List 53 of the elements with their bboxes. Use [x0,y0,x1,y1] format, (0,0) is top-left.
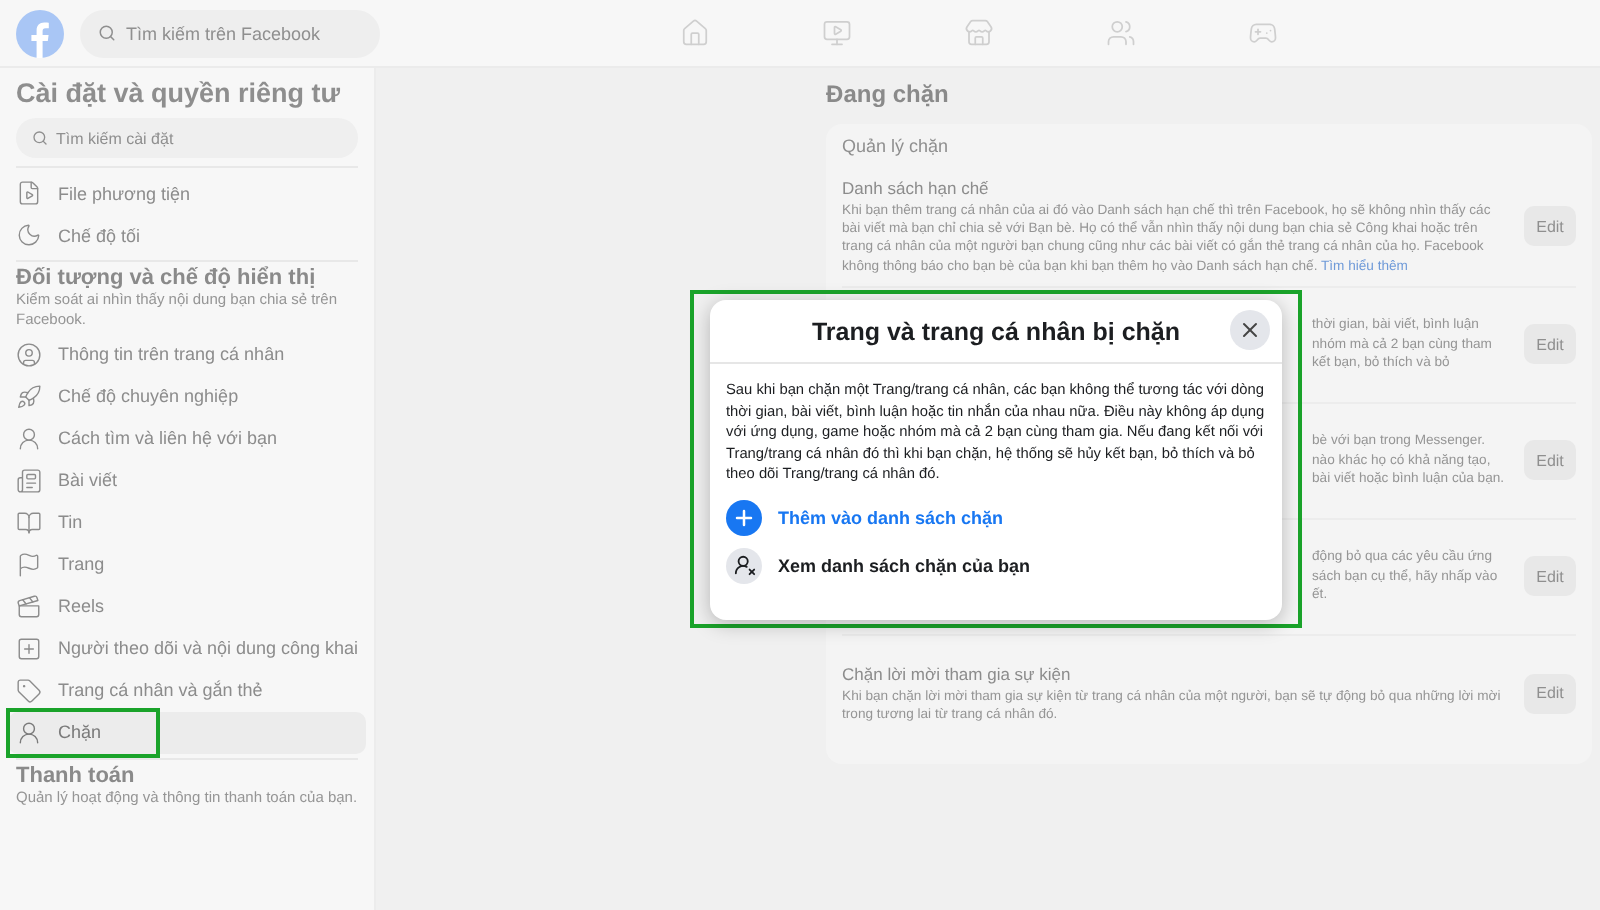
sidebar-item[interactable]: Trang cá nhân và gắn thẻ [8,669,367,711]
setting-title: Chặn lời mời tham gia sự kiện [842,663,1073,684]
sidebar-item[interactable]: Tin [8,501,367,543]
store-icon[interactable] [964,18,994,48]
person-icon [726,547,762,584]
plus-icon [726,499,762,536]
home-icon[interactable] [680,18,710,48]
edit-button[interactable]: Edit [1524,556,1577,597]
sidebar-item[interactable]: Người theo dõi và nội dung công khai [8,627,367,669]
page-title: Cài đặt và quyền riêng tư [14,78,343,108]
sidebar-item[interactable]: Bài viết [8,459,367,501]
profile-icon [16,341,42,367]
close-button[interactable] [1230,310,1270,350]
book-icon [16,509,42,535]
sidebar-item[interactable]: Cách tìm và liên hệ với bạn [8,417,367,459]
post-icon [16,467,42,493]
card-title: Quản lý chặn [842,136,951,156]
sidebar-item[interactable]: Chặn [8,711,367,753]
search-field[interactable]: Tìm kiếm cài đặt [16,118,359,158]
close-icon [1238,318,1262,342]
edit-button[interactable]: Edit [1524,206,1577,247]
sidebar-item[interactable]: Trang [8,543,367,585]
flag-icon [16,551,42,577]
video-icon[interactable] [822,18,852,48]
sidebar-item[interactable]: Thông tin trên trang cá nhân [8,333,367,375]
edit-button[interactable]: Edit [1524,673,1577,714]
person-icon [16,719,42,745]
tag-icon [16,677,42,703]
logo-icon[interactable] [16,9,64,57]
section-title: Thanh toán [14,763,137,787]
sidebar-item[interactable]: Reels [8,585,367,627]
section-title: Đối tượng và chế độ hiển thị [14,266,318,290]
dialog-action[interactable]: Thêm vào danh sách chặn [710,493,1282,542]
search-icon [32,130,48,146]
edit-button[interactable]: Edit [1524,324,1577,365]
edit-button[interactable]: Edit [1524,440,1577,481]
media-file-icon [16,180,42,206]
moon-icon [16,222,42,248]
search-icon [98,24,116,42]
reels-icon [16,593,42,619]
sidebar-item[interactable]: Chế độ tối [8,214,367,256]
search-field[interactable]: Tìm kiếm trên Facebook [80,9,380,57]
plus-square-icon [16,635,42,661]
person-icon [16,425,42,451]
sidebar-item[interactable]: Chế độ chuyên nghiệp [8,375,367,417]
setting-title: Danh sách hạn chế [842,178,991,198]
sidebar-item[interactable]: File phương tiện [8,172,367,214]
rocket-icon [16,383,42,409]
section-heading: Đang chặn [826,80,951,108]
people-icon[interactable] [1106,18,1136,48]
dialog-action[interactable]: Xem danh sách chặn của bạn [710,541,1282,590]
dialog-title: Trang và trang cá nhân bị chặn [811,317,1181,345]
gamepad-icon[interactable] [1248,18,1278,48]
